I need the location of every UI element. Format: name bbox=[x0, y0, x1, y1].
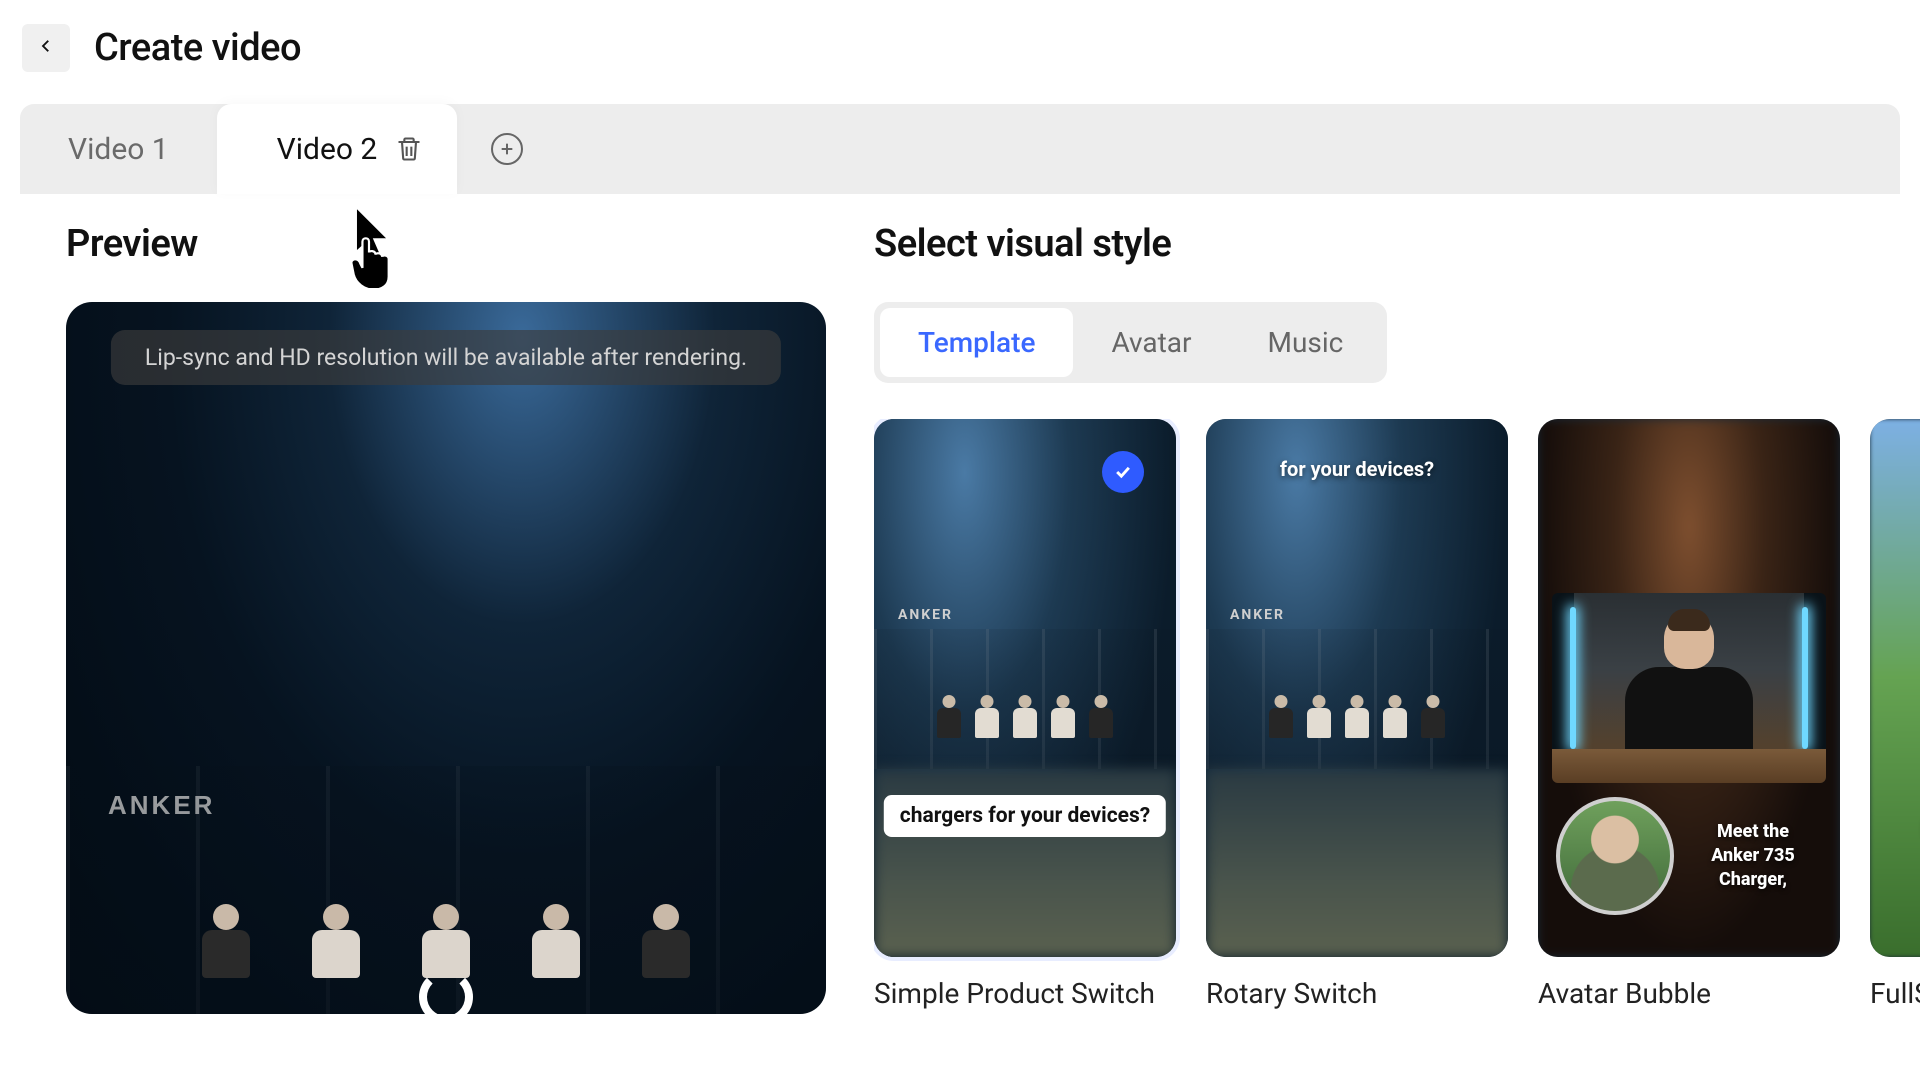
plus-circle-icon bbox=[491, 133, 523, 165]
page-title: Create video bbox=[94, 26, 301, 70]
template-card-simple-product-switch[interactable]: ANKER chargers for your devices? Simple bbox=[874, 419, 1176, 1010]
visual-style-column: Select visual style Template Avatar Musi… bbox=[874, 222, 1920, 1014]
thumbnail-caption: chargers for your devices? bbox=[884, 795, 1166, 837]
template-name: Rotary Switch bbox=[1206, 977, 1508, 1010]
preview-title: Preview bbox=[66, 222, 826, 266]
filter-template[interactable]: Template bbox=[880, 308, 1073, 377]
scene-figure bbox=[631, 904, 701, 1004]
scene-figure bbox=[301, 904, 371, 1004]
back-button[interactable] bbox=[22, 24, 70, 72]
filter-label: Avatar bbox=[1111, 326, 1191, 359]
tab-video-2[interactable]: Video 2 bbox=[217, 104, 458, 194]
filter-label: Template bbox=[918, 326, 1035, 359]
thumbnail-top-caption: for your devices? bbox=[1206, 457, 1508, 481]
tab-label: Video 2 bbox=[277, 132, 378, 167]
scene-figure bbox=[191, 904, 261, 1004]
template-card-rotary-switch[interactable]: for your devices? ANKER Rotary Switch bbox=[1206, 419, 1508, 1010]
template-name: FullS bbox=[1870, 977, 1920, 1010]
preview-player[interactable]: Lip-sync and HD resolution will be avail… bbox=[66, 302, 826, 1014]
preview-notice: Lip-sync and HD resolution will be avail… bbox=[111, 330, 781, 385]
page-header: Create video bbox=[0, 0, 1920, 104]
filter-avatar[interactable]: Avatar bbox=[1073, 308, 1229, 377]
style-filter-tabs: Template Avatar Music bbox=[874, 302, 1387, 383]
chevron-left-icon bbox=[37, 37, 55, 59]
thumbnail-brand-text: ANKER bbox=[898, 607, 953, 623]
template-name: Avatar Bubble bbox=[1538, 977, 1840, 1010]
template-list[interactable]: ANKER chargers for your devices? Simple bbox=[874, 419, 1920, 1010]
tab-label: Video 1 bbox=[68, 132, 169, 167]
template-card-avatar-bubble[interactable]: Meet the Anker 735 Charger, Avatar Bubbl… bbox=[1538, 419, 1840, 1010]
template-thumbnail[interactable]: Meet the Anker 735 Charger, bbox=[1538, 419, 1840, 957]
visual-style-title: Select visual style bbox=[874, 222, 1920, 266]
main-content: Preview Lip-sync and HD resolution will … bbox=[0, 222, 1920, 1014]
template-name: Simple Product Switch bbox=[874, 977, 1176, 1010]
template-thumbnail[interactable]: for your devices? ANKER bbox=[1206, 419, 1508, 957]
tab-video-1[interactable]: Video 1 bbox=[20, 104, 217, 194]
trash-icon[interactable] bbox=[395, 135, 423, 163]
template-card-fullscreen[interactable]: Fa FullS bbox=[1870, 419, 1920, 1010]
thumbnail-bubble-caption: Meet the Anker 735 Charger, bbox=[1684, 820, 1822, 893]
thumbnail-brand-text: ANKER bbox=[1230, 607, 1285, 623]
template-thumbnail[interactable]: ANKER chargers for your devices? bbox=[874, 419, 1176, 957]
preview-column: Preview Lip-sync and HD resolution will … bbox=[66, 222, 826, 1014]
scene-figure bbox=[521, 904, 591, 1004]
template-thumbnail[interactable]: Fa bbox=[1870, 419, 1920, 957]
avatar-bubble-icon bbox=[1556, 797, 1674, 915]
video-tabs: Video 1 Video 2 bbox=[20, 104, 1900, 194]
filter-music[interactable]: Music bbox=[1230, 308, 1382, 377]
selected-check-icon bbox=[1102, 451, 1144, 493]
add-video-tab[interactable] bbox=[457, 104, 557, 194]
filter-label: Music bbox=[1268, 326, 1344, 359]
